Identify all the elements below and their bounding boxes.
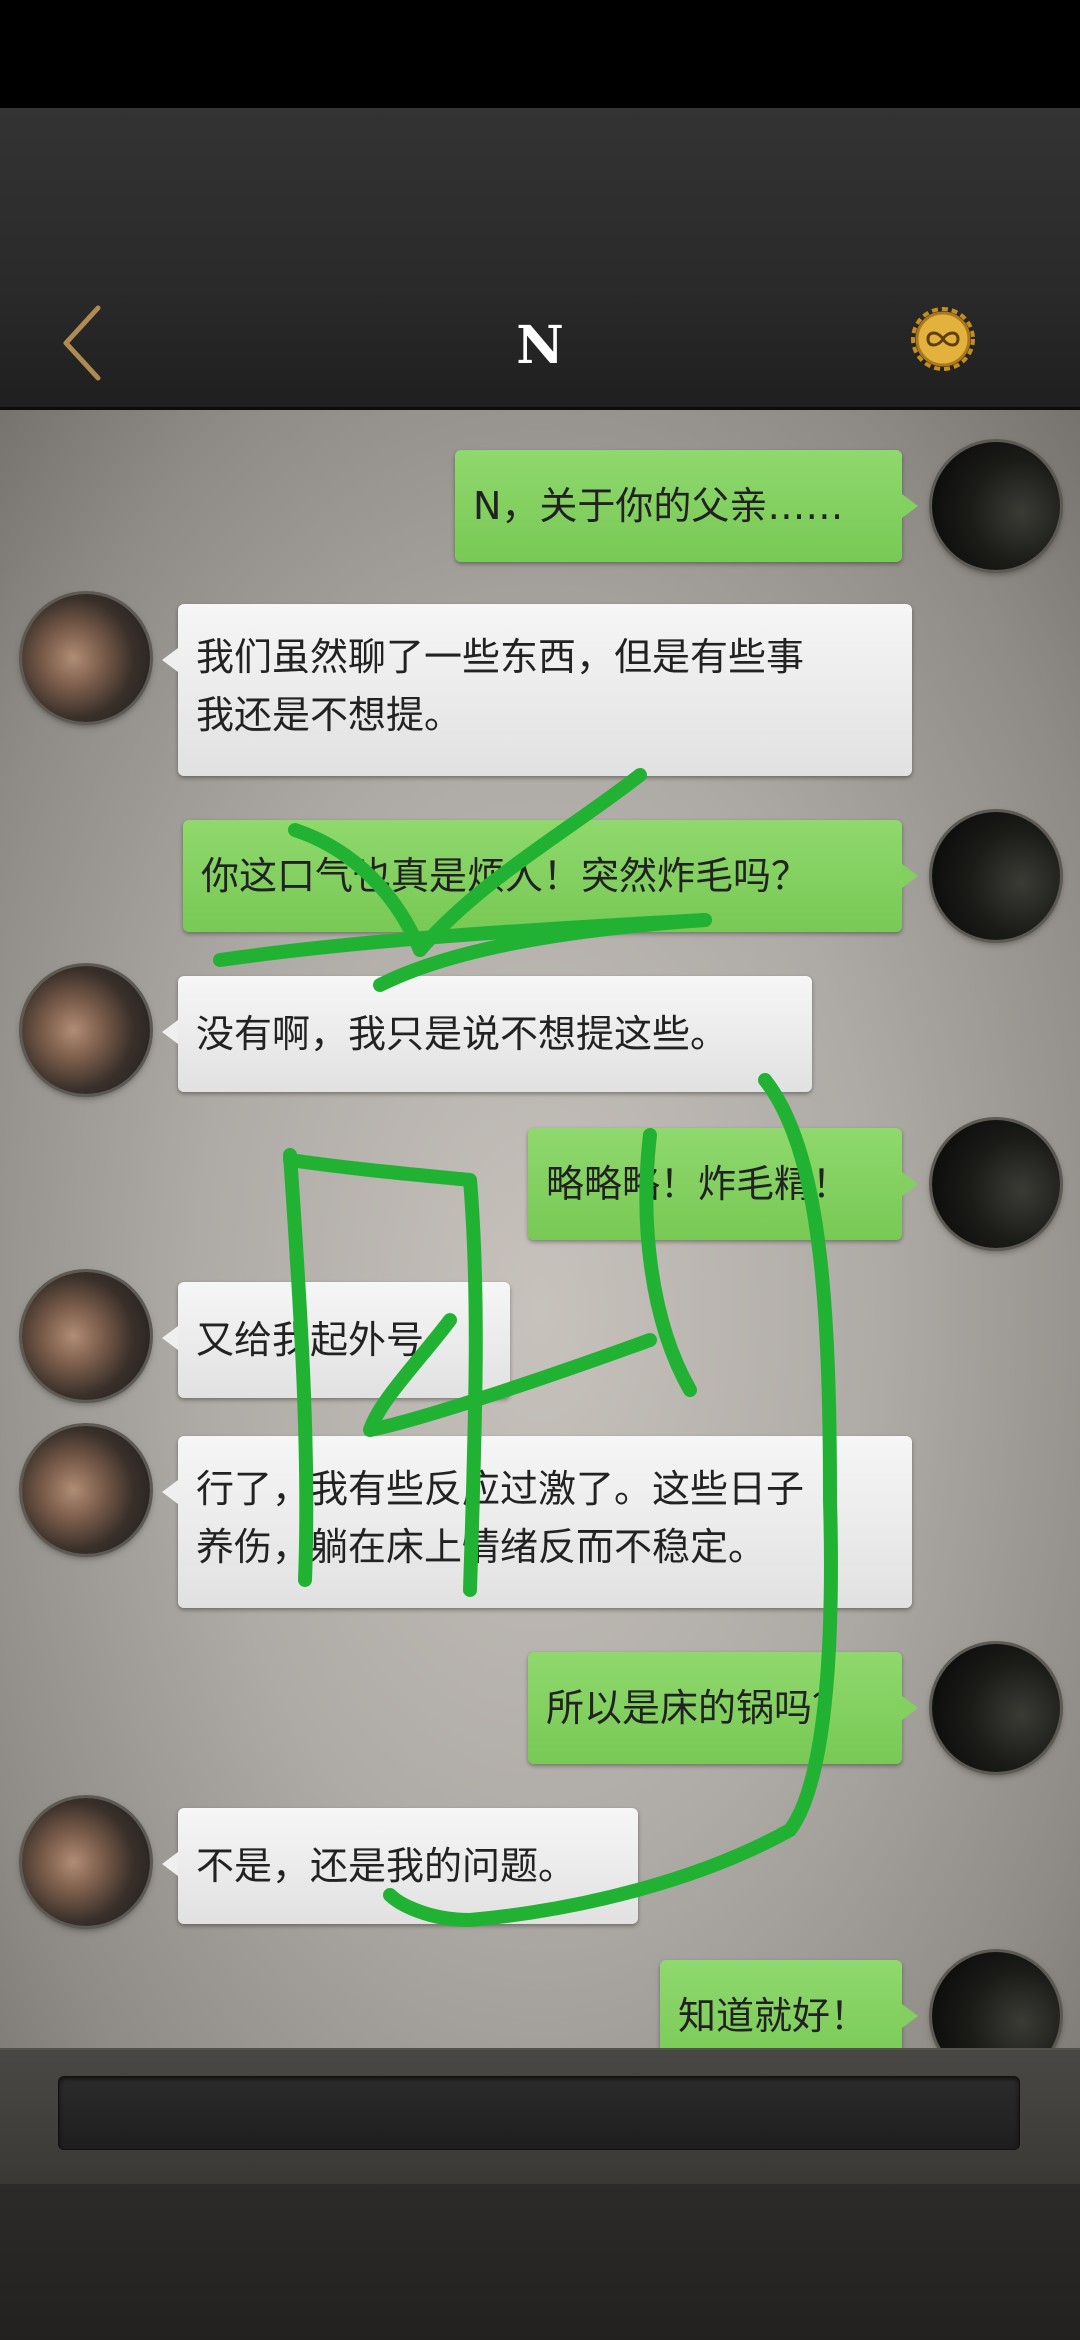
my-message-bubble[interactable]: 略略略！炸毛精！ bbox=[528, 1128, 918, 1240]
chat-title: N bbox=[516, 315, 564, 376]
n-message-bubble[interactable]: 没有啊，我只是说不想提这些。 bbox=[162, 976, 812, 1092]
my-avatar[interactable] bbox=[932, 1120, 1060, 1248]
message-text: 略略略！炸毛精！ bbox=[546, 1162, 851, 1206]
message-text: N，关于你的父亲…… bbox=[473, 484, 844, 528]
message-text: 所以是床的锅吗？ bbox=[546, 1686, 851, 1730]
message-text-line: 养伤，躺在床上情绪反而不稳定。 bbox=[196, 1525, 767, 1569]
n-avatar[interactable] bbox=[22, 1798, 150, 1926]
n-message-bubble[interactable]: 我们虽然聊了一些东西，但是有些事 我还是不想提。 bbox=[162, 604, 912, 776]
infinity-coin-icon bbox=[911, 307, 975, 371]
my-avatar[interactable] bbox=[932, 1644, 1060, 1772]
chat-screen: N N，关于你的父亲…… 我们虽然聊了一些东西，但是有些事 我还是不想提。 你这… bbox=[0, 0, 1080, 2340]
n-avatar[interactable] bbox=[22, 966, 150, 1094]
my-avatar[interactable] bbox=[932, 442, 1060, 570]
my-avatar[interactable] bbox=[932, 1952, 1060, 2048]
n-avatar[interactable] bbox=[22, 1426, 150, 1554]
n-message-bubble[interactable]: 行了，我有些反应过激了。这些日子 养伤，躺在床上情绪反而不稳定。 bbox=[162, 1436, 912, 1608]
my-message-bubble[interactable]: 你这口气也真是烦人！突然炸毛吗？ bbox=[183, 820, 918, 932]
n-message-bubble[interactable]: 又给我起外号 bbox=[162, 1282, 510, 1398]
infinity-coin-button[interactable] bbox=[908, 304, 978, 374]
n-message-bubble[interactable]: 不是，还是我的问题。 bbox=[162, 1808, 638, 1924]
message-text: 不是，还是我的问题。 bbox=[196, 1844, 577, 1888]
message-text-line: 我还是不想提。 bbox=[196, 693, 463, 737]
n-avatar[interactable] bbox=[22, 594, 150, 722]
n-avatar[interactable] bbox=[22, 1272, 150, 1400]
input-bar bbox=[0, 2048, 1080, 2184]
my-message-bubble[interactable]: 知道就好！ bbox=[660, 1960, 918, 2048]
status-bar bbox=[0, 0, 1080, 108]
back-button[interactable] bbox=[48, 298, 118, 388]
message-text-line: 行了，我有些反应过激了。这些日子 bbox=[196, 1467, 805, 1511]
message-text-line: 我们虽然聊了一些东西，但是有些事 bbox=[196, 635, 805, 679]
my-message-bubble[interactable]: N，关于你的父亲…… bbox=[455, 450, 918, 562]
chat-message-list[interactable]: N，关于你的父亲…… 我们虽然聊了一些东西，但是有些事 我还是不想提。 你这口气… bbox=[0, 410, 1080, 2048]
message-input[interactable] bbox=[58, 2076, 1020, 2150]
message-text: 又给我起外号 bbox=[196, 1318, 425, 1362]
chevron-left-icon bbox=[63, 305, 101, 381]
message-text: 没有啊，我只是说不想提这些。 bbox=[196, 1012, 729, 1056]
bottom-bar bbox=[0, 2184, 1080, 2340]
message-text: 知道就好！ bbox=[678, 1994, 869, 2038]
my-avatar[interactable] bbox=[932, 812, 1060, 940]
message-text: 你这口气也真是烦人！突然炸毛吗？ bbox=[201, 854, 810, 898]
my-message-bubble[interactable]: 所以是床的锅吗？ bbox=[528, 1652, 918, 1764]
